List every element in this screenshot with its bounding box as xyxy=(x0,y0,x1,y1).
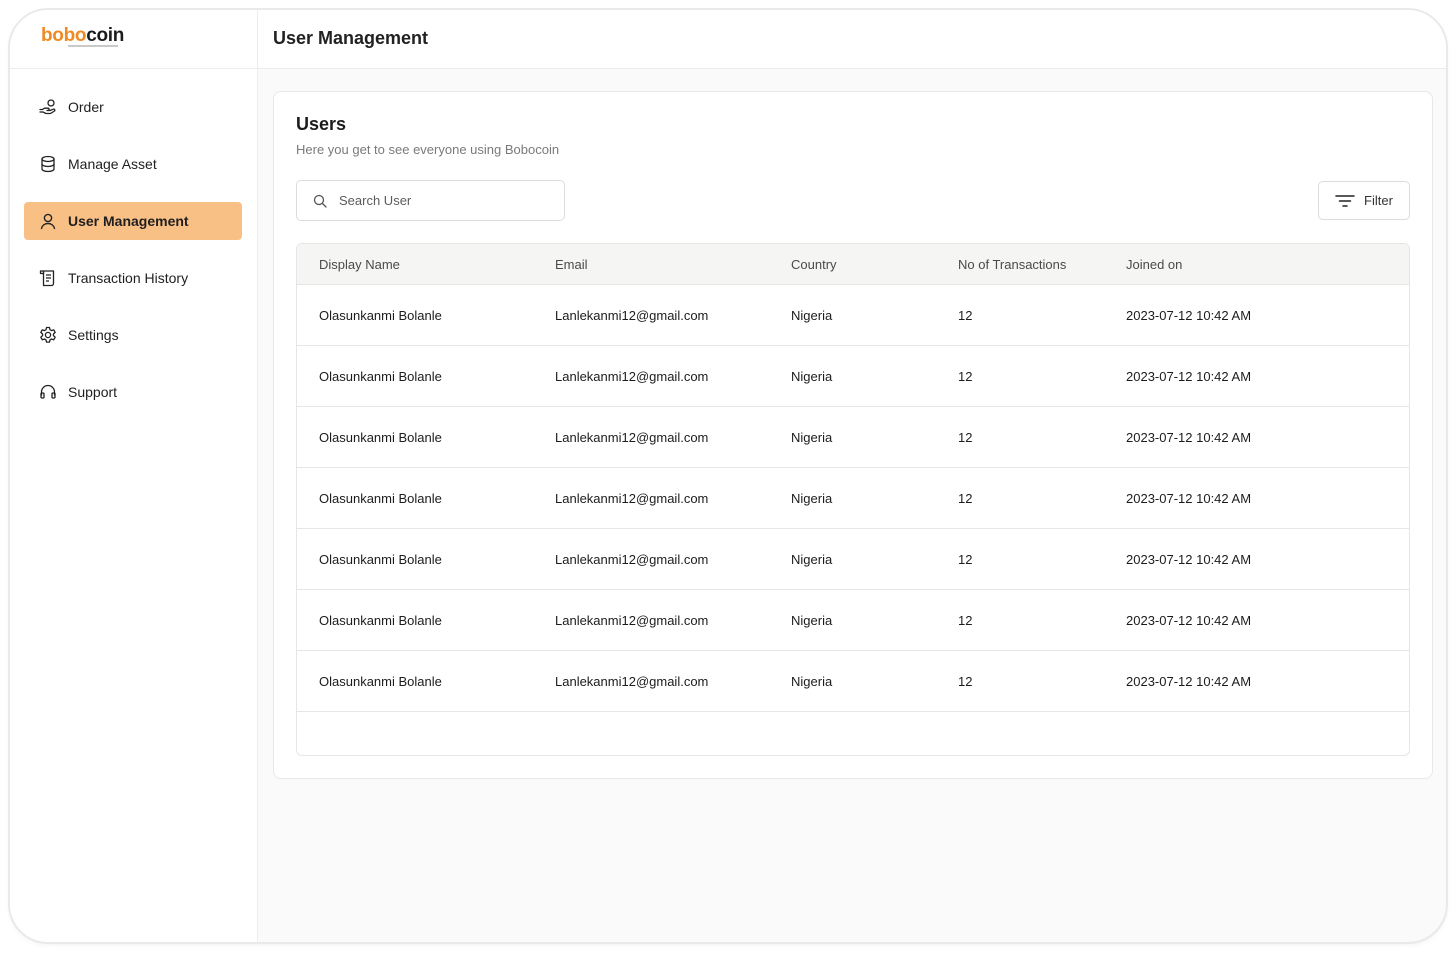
cell-email: Lanlekanmi12@gmail.com xyxy=(555,429,709,445)
headset-icon xyxy=(38,382,58,402)
cell-display-name: Olasunkanmi Bolanle xyxy=(319,612,442,628)
table-row[interactable]: Olasunkanmi Bolanle Lanlekanmi12@gmail.c… xyxy=(297,346,1409,407)
cell-display-name: Olasunkanmi Bolanle xyxy=(319,490,442,506)
app-window: bobocoin Order Manage Asset User Managem… xyxy=(10,10,1446,942)
sidebar: bobocoin Order Manage Asset User Managem… xyxy=(10,10,258,942)
cell-display-name: Olasunkanmi Bolanle xyxy=(319,429,442,445)
database-icon xyxy=(38,154,58,174)
cell-transactions: 12 xyxy=(958,429,973,445)
sidebar-item-manage-asset[interactable]: Manage Asset xyxy=(24,145,242,183)
cell-email: Lanlekanmi12@gmail.com xyxy=(555,612,709,628)
cell-display-name: Olasunkanmi Bolanle xyxy=(319,307,442,323)
cell-email: Lanlekanmi12@gmail.com xyxy=(555,368,709,384)
cell-joined-on: 2023-07-12 10:42 AM xyxy=(1126,612,1252,628)
search-box[interactable] xyxy=(296,180,565,221)
sidebar-item-label: User Management xyxy=(68,213,189,229)
table-row[interactable]: Olasunkanmi Bolanle Lanlekanmi12@gmail.c… xyxy=(297,590,1409,651)
logo-text-bobo: bobo xyxy=(41,25,87,46)
table-row[interactable]: Olasunkanmi Bolanle Lanlekanmi12@gmail.c… xyxy=(297,407,1409,468)
search-input[interactable] xyxy=(339,193,539,208)
cell-joined-on: 2023-07-12 10:42 AM xyxy=(1126,551,1252,567)
card-subtitle: Here you get to see everyone using Boboc… xyxy=(296,142,560,157)
sidebar-item-order[interactable]: Order xyxy=(24,88,242,126)
cell-transactions: 12 xyxy=(958,551,973,567)
cell-transactions: 12 xyxy=(958,490,973,506)
sidebar-item-support[interactable]: Support xyxy=(24,373,242,411)
logo-text-coin: coin xyxy=(86,25,125,46)
filter-icon xyxy=(1335,193,1355,209)
filter-button-label: Filter xyxy=(1364,193,1393,208)
cell-email: Lanlekanmi12@gmail.com xyxy=(555,307,709,323)
gear-icon xyxy=(38,325,58,345)
brand-logo[interactable]: bobocoin xyxy=(41,25,124,47)
top-bar: User Management xyxy=(258,10,1446,69)
sidebar-nav: Order Manage Asset User Management Trans… xyxy=(24,88,242,430)
sidebar-item-transaction-history[interactable]: Transaction History xyxy=(24,259,242,297)
cell-display-name: Olasunkanmi Bolanle xyxy=(319,551,442,567)
cell-country: Nigeria xyxy=(791,307,833,323)
users-card: Users Here you get to see everyone using… xyxy=(273,91,1433,779)
filter-button[interactable]: Filter xyxy=(1318,181,1410,220)
table-row[interactable]: Olasunkanmi Bolanle Lanlekanmi12@gmail.c… xyxy=(297,285,1409,346)
cell-country: Nigeria xyxy=(791,429,833,445)
table-row[interactable]: Olasunkanmi Bolanle Lanlekanmi12@gmail.c… xyxy=(297,529,1409,590)
cell-display-name: Olasunkanmi Bolanle xyxy=(319,368,442,384)
search-icon xyxy=(313,194,327,208)
column-header-transactions[interactable]: No of Transactions xyxy=(958,257,1066,272)
sidebar-item-label: Support xyxy=(68,384,118,400)
cell-transactions: 12 xyxy=(958,612,973,628)
users-table: Display Name Email Country No of Transac… xyxy=(296,243,1410,756)
receipt-icon xyxy=(38,268,58,288)
sidebar-item-settings[interactable]: Settings xyxy=(24,316,242,354)
cell-joined-on: 2023-07-12 10:42 AM xyxy=(1126,429,1252,445)
cell-country: Nigeria xyxy=(791,490,833,506)
column-header-display-name[interactable]: Display Name xyxy=(319,257,400,272)
cell-country: Nigeria xyxy=(791,551,833,567)
table-header: Display Name Email Country No of Transac… xyxy=(297,244,1409,285)
hand-coin-icon xyxy=(38,97,58,117)
sidebar-item-user-management[interactable]: User Management xyxy=(24,202,242,240)
sidebar-item-label: Order xyxy=(68,99,104,115)
card-title: Users xyxy=(296,114,347,134)
logo-area: bobocoin xyxy=(10,10,257,69)
cell-transactions: 12 xyxy=(958,307,973,323)
page-title: User Management xyxy=(273,28,429,48)
column-header-country[interactable]: Country xyxy=(791,257,837,272)
cell-joined-on: 2023-07-12 10:42 AM xyxy=(1126,490,1252,506)
table-row[interactable]: Olasunkanmi Bolanle Lanlekanmi12@gmail.c… xyxy=(297,651,1409,712)
sidebar-item-label: Manage Asset xyxy=(68,156,157,172)
cell-display-name: Olasunkanmi Bolanle xyxy=(319,673,442,689)
column-header-email[interactable]: Email xyxy=(555,257,588,272)
cell-email: Lanlekanmi12@gmail.com xyxy=(555,490,709,506)
sidebar-item-label: Transaction History xyxy=(68,270,189,286)
cell-email: Lanlekanmi12@gmail.com xyxy=(555,673,709,689)
cell-country: Nigeria xyxy=(791,673,833,689)
cell-transactions: 12 xyxy=(958,673,973,689)
logo-tagline-mark xyxy=(68,45,118,47)
cell-joined-on: 2023-07-12 10:42 AM xyxy=(1126,307,1252,323)
cell-joined-on: 2023-07-12 10:42 AM xyxy=(1126,673,1252,689)
cell-transactions: 12 xyxy=(958,368,973,384)
user-icon xyxy=(38,211,58,231)
column-header-joined-on[interactable]: Joined on xyxy=(1126,257,1182,272)
sidebar-item-label: Settings xyxy=(68,327,119,343)
cell-joined-on: 2023-07-12 10:42 AM xyxy=(1126,368,1252,384)
table-row[interactable]: Olasunkanmi Bolanle Lanlekanmi12@gmail.c… xyxy=(297,468,1409,529)
cell-country: Nigeria xyxy=(791,612,833,628)
cell-email: Lanlekanmi12@gmail.com xyxy=(555,551,709,567)
cell-country: Nigeria xyxy=(791,368,833,384)
